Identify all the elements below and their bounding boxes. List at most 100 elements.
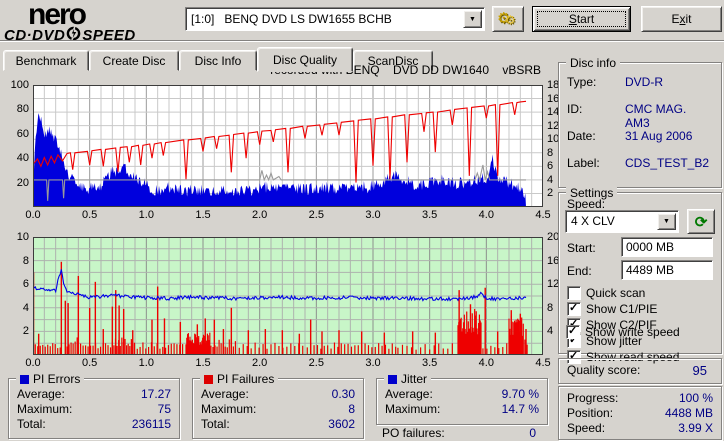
- start-button[interactable]: Start: [532, 6, 631, 32]
- stat-value: 14.7 %: [501, 402, 539, 416]
- exit-button-label: Ex it: [671, 12, 692, 26]
- jitter-stats-box: Jitter Average: 9.70 % Maximum: 14.7 %: [376, 372, 548, 425]
- pi-errors-stats-box: PI Errors Average: 17.27 Maximum: 75 Total…: [8, 372, 180, 439]
- disc-type-value: DVD-R: [625, 75, 663, 89]
- axis-tick-label: 3.5: [422, 357, 438, 369]
- start-position-value: 0000 MB: [626, 240, 675, 254]
- stat-label: Average:: [201, 387, 249, 401]
- axis-tick-label: 3.0: [365, 209, 381, 221]
- disc-date-label: Date:: [567, 129, 596, 143]
- disc-type-label: Type:: [567, 75, 597, 89]
- stat-value: 17.27: [140, 387, 171, 401]
- stat-label: Average:: [385, 387, 433, 401]
- axis-tick-label: 1.5: [195, 209, 211, 221]
- quality-score-label: Quality score:: [567, 363, 641, 377]
- stat-label: Total:: [201, 417, 230, 431]
- progress-value: 100 %: [678, 391, 713, 405]
- disc-label-label: Label:: [567, 156, 600, 170]
- chevron-down-icon: ▼: [663, 218, 670, 225]
- stat-value: 75: [157, 402, 171, 416]
- disc-label-value: CDS_TEST_B2: [625, 156, 710, 170]
- header-divider: [0, 40, 724, 42]
- checkbox-box[interactable]: [566, 324, 580, 339]
- axis-tick-label: 8: [22, 254, 29, 267]
- stat-value: 9.70 %: [501, 387, 539, 401]
- pi-errors-legend-swatch: [20, 374, 29, 384]
- axis-tick-label: 4.5: [535, 357, 551, 369]
- drive-select-arrow-button[interactable]: ▼: [463, 10, 482, 28]
- axis-tick-label: 0.0: [25, 357, 41, 369]
- stat-label: Total:: [17, 417, 46, 431]
- speed-label: Speed:: [567, 197, 606, 211]
- axis-tick-label: 6: [22, 278, 29, 291]
- stat-value: 8: [348, 402, 355, 416]
- position-label: Position:: [567, 406, 614, 420]
- drive-select[interactable]: [1:0] BENQ DVD LS DW1655 BCHB ▼: [185, 7, 485, 31]
- axis-tick-label: 1.5: [195, 357, 211, 369]
- start-position-label: Start:: [567, 241, 596, 255]
- axis-tick-label: 2.5: [308, 357, 324, 369]
- app-window: nero CD·DVD SPEED [1:0] BENQ DVD LS DW165…: [0, 0, 724, 441]
- axis-tick-label: 2.0: [252, 209, 268, 221]
- chevron-down-icon: ▼: [469, 15, 476, 23]
- refresh-button[interactable]: ⟳: [687, 209, 715, 234]
- stat-value: 0.30: [331, 387, 355, 401]
- axis-tick-label: 3.5: [422, 209, 438, 221]
- end-position-input[interactable]: 4489 MB: [621, 260, 713, 280]
- progress-box: Progress: 100 % Position: 4488 MB Speed: 3.…: [558, 386, 722, 440]
- stat-value: 3602: [328, 417, 355, 431]
- pi-failures-jitter-chart: [32, 237, 543, 355]
- jitter-legend-swatch: [388, 374, 397, 384]
- axis-tick-label: 2.0: [252, 357, 268, 369]
- checkbox-show-c1-pie[interactable]: Show C1/PIE: [567, 301, 657, 316]
- checkbox-box[interactable]: [567, 286, 581, 300]
- quality-score-box: Quality score: 95: [558, 358, 722, 384]
- speed-readout-value: 3.99 X: [678, 421, 713, 435]
- drive-select-value: [1:0] BENQ DVD LS DW1655 BCHB: [191, 12, 392, 26]
- axis-tick-label: 20: [16, 176, 29, 189]
- pi-failures-caption: PI Failures: [200, 372, 279, 386]
- axis-tick-label: 40: [16, 152, 29, 165]
- axis-tick-label: 0.0: [25, 209, 41, 221]
- axis-tick-label: 4.5: [535, 209, 551, 221]
- disc-id-label: ID:: [567, 102, 583, 116]
- disc-lightning-icon: [66, 25, 81, 45]
- speed-select-arrow-button[interactable]: ▼: [657, 213, 676, 230]
- speed-select[interactable]: 4 X CLV ▼: [565, 210, 679, 233]
- options-button[interactable]: ⚙ ⚙: [492, 6, 524, 32]
- tab-label: Disc Quality: [272, 52, 337, 67]
- stat-value: 236115: [131, 417, 171, 431]
- position-value: 4488 MB: [664, 406, 713, 420]
- speed-select-value: 4 X CLV: [571, 214, 615, 228]
- axis-tick-label: 2: [22, 325, 29, 338]
- axis-tick-label: 3.0: [365, 357, 381, 369]
- tab-disc-quality[interactable]: Disc Quality: [257, 47, 353, 72]
- axis-tick-label: 0.5: [82, 209, 98, 221]
- pi-failures-stats-box: PI Failures Average: 0.30 Maximum: 8 Total…: [192, 372, 364, 439]
- end-position-label: End:: [567, 264, 592, 278]
- axis-tick-label: 10: [16, 231, 29, 243]
- checkbox-quick-scan[interactable]: Quick scan: [567, 286, 645, 300]
- axis-tick-label: 1.0: [138, 357, 154, 369]
- stat-label: Maximum:: [201, 402, 257, 416]
- jitter-caption: Jitter: [384, 372, 432, 386]
- start-position-input[interactable]: 0000 MB: [621, 237, 713, 257]
- axis-tick-label: 1.0: [138, 209, 154, 221]
- checkbox-show-write-speed[interactable]: Show write speed: [566, 324, 680, 339]
- exit-button[interactable]: Ex it: [641, 6, 722, 32]
- po-failures-label: PO failures:: [382, 426, 445, 440]
- pi-failures-legend-swatch: [204, 374, 213, 384]
- disc-id-value: CMC MAG. AM3: [625, 102, 687, 130]
- axis-tick-label: 80: [16, 103, 29, 116]
- axis-tick-label: 100: [10, 79, 29, 91]
- checkbox-label: Show write speed: [585, 325, 680, 339]
- checkbox-box[interactable]: [567, 301, 581, 316]
- progress-label: Progress:: [567, 391, 619, 405]
- pi-errors-chart: [32, 85, 543, 207]
- disc-date-value: 31 Aug 2006: [625, 129, 693, 143]
- end-position-value: 4489 MB: [626, 263, 675, 277]
- pi-errors-caption: PI Errors: [16, 372, 85, 386]
- quality-score-value: 95: [692, 363, 707, 378]
- checkbox-label: Quick scan: [586, 286, 646, 300]
- refresh-arrows-icon: ⟳: [694, 213, 708, 231]
